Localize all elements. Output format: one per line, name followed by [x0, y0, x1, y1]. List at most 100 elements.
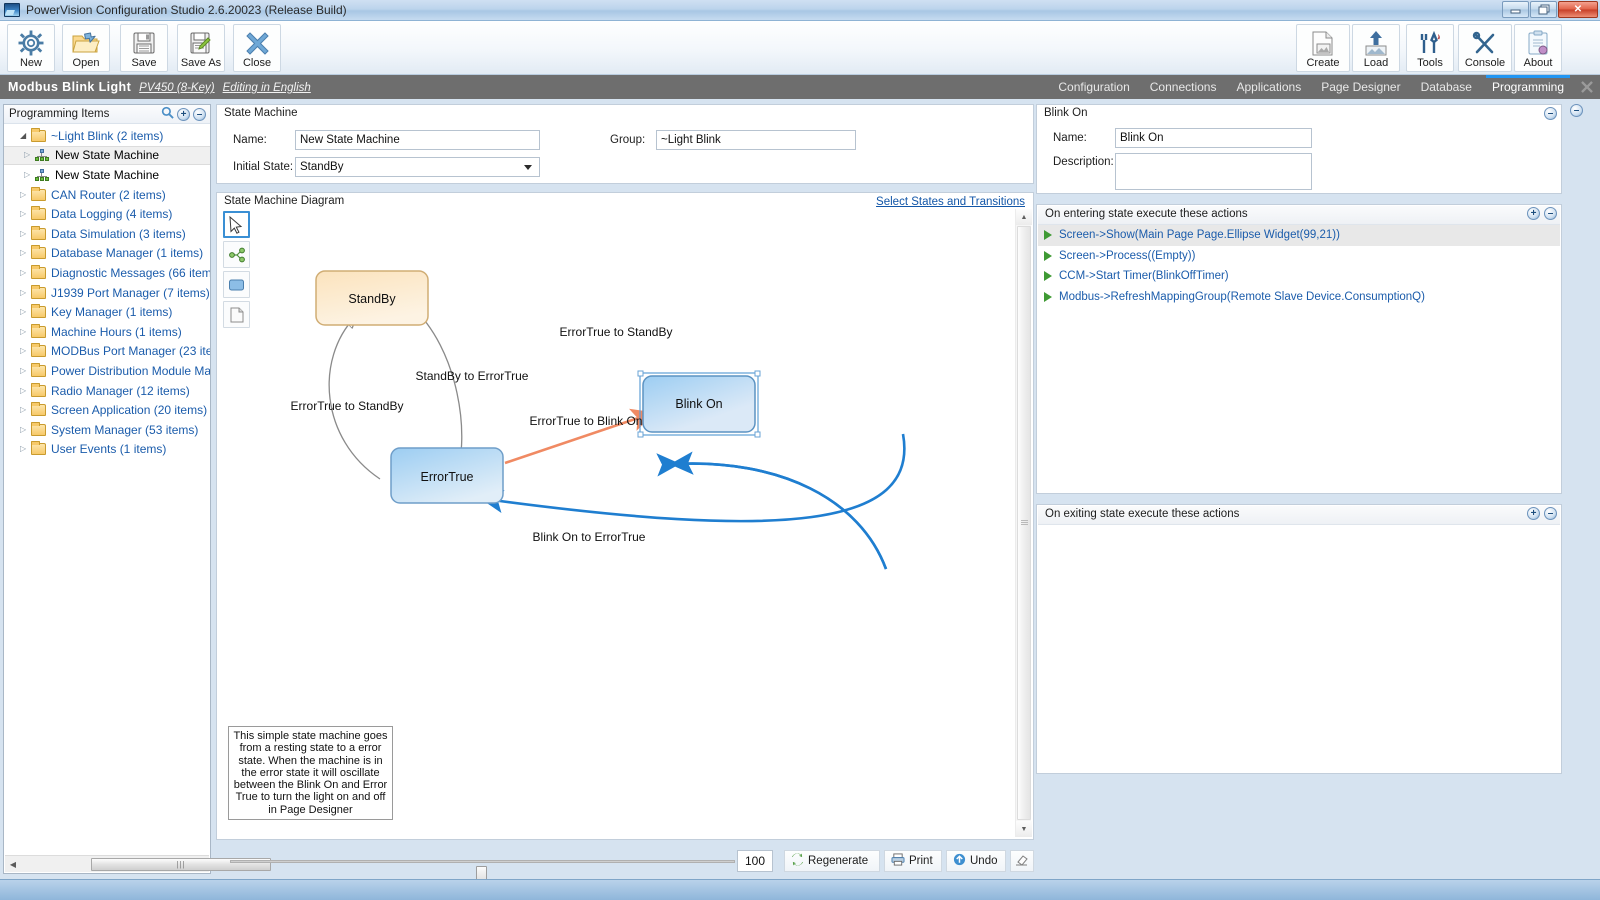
chevron-down-icon[interactable]: ◢ [20, 131, 31, 140]
select-states-transitions-link[interactable]: Select States and Transitions [876, 196, 1025, 208]
tree-item[interactable]: ▷ Machine Hours (1 items) [4, 322, 210, 342]
transition-label-standby-to-errortrue[interactable]: StandBy to ErrorTrue [416, 369, 529, 383]
new-button[interactable]: New [7, 24, 55, 72]
zoom-slider-track[interactable] [230, 860, 735, 887]
search-icon[interactable] [161, 106, 174, 122]
diagram-scroll-thumb[interactable] [1017, 226, 1031, 820]
action-row[interactable]: CCM->Start Timer(BlinkOffTimer) [1038, 266, 1560, 287]
pointer-tool[interactable] [223, 211, 250, 238]
action-row[interactable]: Screen->Process((Empty)) [1038, 246, 1560, 267]
state-node-blinkon[interactable]: Blink On [637, 370, 761, 438]
console-button[interactable]: Console [1458, 24, 1512, 72]
close-button[interactable]: ✕ [1558, 1, 1598, 18]
exiting-actions-list[interactable] [1038, 525, 1560, 772]
tree-item[interactable]: ▷ New State Machine [4, 165, 210, 185]
open-button[interactable]: Open [62, 24, 110, 72]
scroll-down-icon[interactable]: ▼ [1016, 821, 1032, 837]
zoom-value[interactable]: 100 [737, 850, 773, 872]
state-node-errortrue[interactable]: ErrorTrue [390, 447, 504, 504]
chevron-right-icon[interactable]: ▷ [20, 406, 31, 414]
close-file-button[interactable]: Close [233, 24, 281, 72]
close-tab-icon[interactable] [1574, 75, 1600, 99]
tree-item[interactable]: ▷ New State Machine [4, 145, 210, 166]
tree-item[interactable]: ▷ MODBus Port Manager (23 items) [4, 342, 210, 362]
tab-page-designer[interactable]: Page Designer [1311, 75, 1410, 99]
exiting-remove-button[interactable]: – [1544, 507, 1557, 520]
chevron-right-icon[interactable]: ▷ [20, 308, 31, 316]
minimize-button[interactable] [1502, 1, 1529, 18]
tools-button[interactable]: Tools [1406, 24, 1454, 72]
chevron-right-icon[interactable]: ▷ [24, 151, 35, 159]
chevron-right-icon[interactable]: ▷ [20, 229, 31, 238]
print-button[interactable]: Print [884, 850, 942, 872]
state-machine-group-input[interactable] [656, 130, 856, 150]
tree-item[interactable]: ▷ System Manager (53 items) [4, 420, 210, 440]
chevron-right-icon[interactable]: ▷ [20, 425, 31, 434]
about-button[interactable]: About [1514, 24, 1562, 72]
entering-actions-list[interactable]: Screen->Show(Main Page Page.Ellipse Widg… [1038, 225, 1560, 492]
exiting-add-button[interactable]: + [1527, 507, 1540, 520]
expand-all-icon[interactable]: + [177, 107, 190, 121]
save-button[interactable]: Save [120, 24, 168, 72]
tree-item[interactable]: ◢ ~Light Blink (2 items) [4, 126, 210, 146]
scroll-up-icon[interactable]: ▲ [1016, 209, 1032, 225]
transition-label-blinkon-to-errortrue[interactable]: Blink On to ErrorTrue [533, 530, 646, 544]
scroll-left-icon[interactable]: ◀ [5, 860, 21, 869]
tab-database[interactable]: Database [1411, 75, 1482, 99]
chevron-right-icon[interactable]: ▷ [20, 327, 31, 336]
chevron-right-icon[interactable]: ▷ [20, 268, 31, 277]
action-row[interactable]: Modbus->RefreshMappingGroup(Remote Slave… [1038, 287, 1560, 308]
initial-state-select[interactable]: StandBy [295, 157, 540, 177]
tab-configuration[interactable]: Configuration [1048, 75, 1139, 99]
load-button[interactable]: Load [1352, 24, 1400, 72]
chevron-right-icon[interactable]: ▷ [20, 249, 31, 257]
note-page-icon[interactable] [223, 301, 250, 328]
state-node-standby[interactable]: StandBy [315, 270, 429, 326]
chevron-right-icon[interactable]: ▷ [20, 347, 31, 355]
chevron-right-icon[interactable]: ▷ [20, 190, 31, 199]
diagram-note[interactable]: This simple state machine goes from a re… [228, 726, 393, 821]
undo-button[interactable]: Undo [946, 850, 1006, 872]
chevron-right-icon[interactable]: ▷ [20, 288, 31, 297]
tree-item[interactable]: ▷ Screen Application (20 items) [4, 400, 210, 420]
eraser-button[interactable] [1010, 850, 1034, 872]
tree-item[interactable]: ▷ Database Manager (1 items) [4, 244, 210, 264]
chevron-right-icon[interactable]: ▷ [20, 366, 31, 375]
state-box-icon[interactable] [223, 271, 250, 298]
scroll-track[interactable]: ||| [21, 857, 271, 872]
save-as-button[interactable]: Save As [177, 24, 225, 72]
create-button[interactable]: Create [1296, 24, 1350, 72]
state-description-input[interactable] [1115, 153, 1312, 190]
diagram-vertical-scrollbar[interactable]: ▲ ▼ [1015, 209, 1032, 837]
transition-label-errortrue-to-blinkon[interactable]: ErrorTrue to Blink On [530, 414, 643, 428]
tree-item[interactable]: ▷ Diagnostic Messages (66 items) [4, 263, 210, 283]
state-name-input[interactable] [1115, 128, 1312, 148]
transition-node-icon[interactable] [223, 241, 250, 268]
tree-item[interactable]: ▷ J1939 Port Manager (7 items) [4, 283, 210, 303]
tree-item[interactable]: ▷ Power Distribution Module Manag [4, 361, 210, 381]
chevron-right-icon[interactable]: ▷ [20, 386, 31, 395]
state-panel-collapse-button[interactable]: – [1544, 107, 1557, 120]
device-name[interactable]: PV450 (8-Key) [139, 82, 214, 94]
state-machine-name-input[interactable] [295, 130, 540, 150]
tab-applications[interactable]: Applications [1226, 75, 1311, 99]
entering-add-button[interactable]: + [1527, 207, 1540, 220]
transition-label-errortrue-to-standby-1[interactable]: ErrorTrue to StandBy [560, 325, 673, 339]
chevron-right-icon[interactable]: ▷ [20, 445, 31, 453]
maximize-button[interactable] [1530, 1, 1557, 18]
tree-item[interactable]: ▷ Data Logging (4 items) [4, 204, 210, 224]
action-row[interactable]: Screen->Show(Main Page Page.Ellipse Widg… [1038, 225, 1560, 246]
entering-remove-button[interactable]: – [1544, 207, 1557, 220]
tree-item[interactable]: ▷ CAN Router (2 items) [4, 185, 210, 205]
diagram-canvas[interactable]: StandBy ErrorTrue Blink On ErrorTrue to … [220, 209, 1011, 837]
tree-item[interactable]: ▷ Data Simulation (3 items) [4, 224, 210, 244]
tree-item[interactable]: ▷ Radio Manager (12 items) [4, 381, 210, 401]
transition-label-errortrue-to-standby-2[interactable]: ErrorTrue to StandBy [291, 399, 404, 413]
chevron-right-icon[interactable]: ▷ [24, 170, 35, 179]
editing-language[interactable]: Editing in English [223, 82, 311, 94]
chevron-right-icon[interactable]: ▷ [20, 210, 31, 218]
right-rail-collapse-button[interactable]: – [1570, 104, 1583, 117]
tree-item[interactable]: ▷ User Events (1 items) [4, 440, 210, 460]
tree-item[interactable]: ▷ Key Manager (1 items) [4, 302, 210, 322]
tab-connections[interactable]: Connections [1140, 75, 1227, 99]
